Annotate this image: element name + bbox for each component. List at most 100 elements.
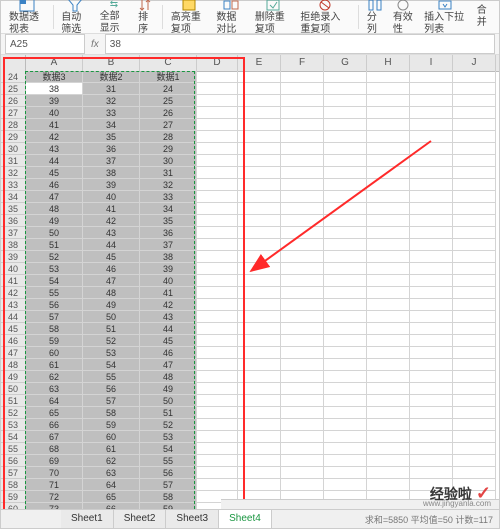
cell[interactable] — [410, 119, 453, 131]
cell[interactable]: 60 — [26, 347, 83, 359]
cell[interactable] — [281, 155, 324, 167]
cell[interactable] — [281, 455, 324, 467]
cell[interactable] — [324, 479, 367, 491]
cell[interactable]: 61 — [26, 359, 83, 371]
cell[interactable] — [410, 383, 453, 395]
cell[interactable] — [197, 251, 238, 263]
cell[interactable] — [367, 167, 410, 179]
cell[interactable] — [238, 287, 281, 299]
cell[interactable] — [197, 395, 238, 407]
row-header[interactable]: 50 — [1, 383, 26, 395]
cell[interactable] — [238, 335, 281, 347]
cell[interactable] — [281, 239, 324, 251]
validity-button[interactable]: 有效性 — [389, 0, 418, 37]
cell[interactable] — [281, 419, 324, 431]
cell[interactable] — [453, 431, 496, 443]
cell[interactable] — [453, 251, 496, 263]
cell[interactable] — [324, 167, 367, 179]
cell[interactable] — [197, 71, 238, 83]
cell[interactable] — [197, 95, 238, 107]
cell[interactable] — [238, 311, 281, 323]
cell[interactable] — [367, 299, 410, 311]
cell[interactable] — [197, 383, 238, 395]
cell[interactable]: 38 — [83, 167, 140, 179]
cell[interactable]: 数据1 — [140, 71, 197, 83]
cell[interactable] — [238, 431, 281, 443]
col-header-H[interactable]: H — [367, 55, 410, 71]
cell[interactable] — [367, 119, 410, 131]
cell[interactable]: 39 — [83, 179, 140, 191]
cell[interactable] — [453, 419, 496, 431]
cell[interactable] — [410, 251, 453, 263]
cell[interactable]: 65 — [26, 407, 83, 419]
cell[interactable]: 38 — [140, 251, 197, 263]
cell[interactable]: 69 — [26, 455, 83, 467]
cell[interactable] — [197, 143, 238, 155]
cell[interactable] — [410, 167, 453, 179]
cell[interactable] — [367, 95, 410, 107]
cell[interactable] — [453, 383, 496, 395]
formula-input[interactable]: 38 — [105, 34, 495, 54]
cell[interactable] — [367, 239, 410, 251]
cell[interactable]: 68 — [26, 443, 83, 455]
cell[interactable] — [197, 407, 238, 419]
cell[interactable] — [453, 263, 496, 275]
cell[interactable] — [197, 275, 238, 287]
cell[interactable] — [238, 323, 281, 335]
cell[interactable]: 44 — [140, 323, 197, 335]
name-box[interactable]: A25 — [5, 34, 85, 54]
cell[interactable] — [324, 131, 367, 143]
cell[interactable] — [281, 407, 324, 419]
row-header[interactable]: 58 — [1, 479, 26, 491]
cell[interactable] — [410, 95, 453, 107]
cell[interactable] — [324, 323, 367, 335]
cell[interactable]: 54 — [83, 359, 140, 371]
cell[interactable] — [410, 83, 453, 95]
cell[interactable] — [324, 455, 367, 467]
cell[interactable] — [410, 275, 453, 287]
cell[interactable] — [238, 239, 281, 251]
cell[interactable] — [238, 131, 281, 143]
cell[interactable] — [367, 347, 410, 359]
cell[interactable] — [238, 455, 281, 467]
cell[interactable] — [367, 71, 410, 83]
col-header-G[interactable]: G — [324, 55, 367, 71]
cell[interactable] — [281, 287, 324, 299]
cell[interactable] — [453, 239, 496, 251]
cell[interactable] — [367, 323, 410, 335]
cell[interactable] — [324, 191, 367, 203]
cell[interactable]: 43 — [140, 311, 197, 323]
row-header[interactable]: 57 — [1, 467, 26, 479]
cell[interactable] — [324, 239, 367, 251]
cell[interactable]: 48 — [83, 287, 140, 299]
cell[interactable] — [281, 179, 324, 191]
cell[interactable] — [281, 311, 324, 323]
cell[interactable] — [281, 275, 324, 287]
cell[interactable]: 26 — [140, 107, 197, 119]
cell[interactable]: 55 — [26, 287, 83, 299]
cell[interactable]: 31 — [83, 83, 140, 95]
cell[interactable] — [238, 143, 281, 155]
cell[interactable] — [281, 203, 324, 215]
cell[interactable] — [367, 455, 410, 467]
cell[interactable] — [453, 359, 496, 371]
cell[interactable] — [410, 71, 453, 83]
cell[interactable]: 60 — [83, 431, 140, 443]
cell[interactable] — [453, 215, 496, 227]
cell[interactable] — [281, 95, 324, 107]
cell[interactable] — [238, 299, 281, 311]
cell[interactable] — [238, 251, 281, 263]
cell[interactable]: 38 — [26, 83, 83, 95]
row-header[interactable]: 26 — [1, 95, 26, 107]
row-header[interactable]: 59 — [1, 491, 26, 503]
cell[interactable]: 32 — [140, 179, 197, 191]
cell[interactable] — [197, 455, 238, 467]
cell[interactable] — [197, 191, 238, 203]
cell[interactable] — [281, 359, 324, 371]
cell[interactable]: 70 — [26, 467, 83, 479]
cell[interactable] — [197, 155, 238, 167]
cell[interactable] — [367, 203, 410, 215]
cell[interactable] — [453, 95, 496, 107]
row-header[interactable]: 48 — [1, 359, 26, 371]
cell[interactable]: 59 — [26, 335, 83, 347]
